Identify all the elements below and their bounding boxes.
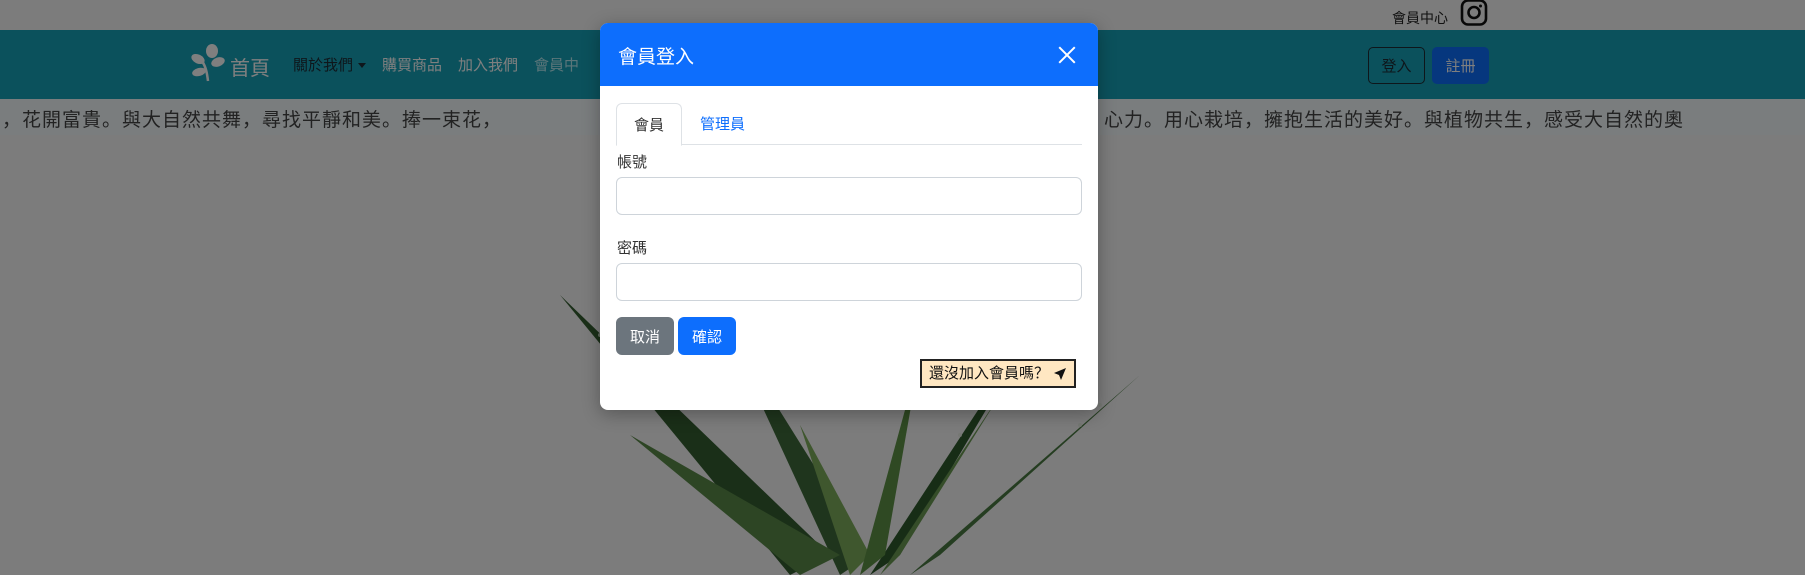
- account-label: 帳號: [617, 153, 648, 171]
- login-modal: 會員登入 會員 管理員 帳號 密碼 取消 確認 還沒加入會員嗎？: [600, 23, 1098, 410]
- password-label: 密碼: [617, 239, 648, 257]
- modal-header: 會員登入: [600, 23, 1098, 86]
- send-arrow-icon: [1054, 367, 1067, 380]
- tab-member[interactable]: 會員: [616, 103, 683, 146]
- confirm-button[interactable]: 確認: [678, 317, 736, 355]
- account-input[interactable]: [616, 177, 1082, 215]
- password-input[interactable]: [616, 263, 1082, 301]
- close-icon[interactable]: [1055, 43, 1079, 67]
- cancel-button[interactable]: 取消: [616, 317, 674, 355]
- modal-title: 會員登入: [618, 46, 695, 68]
- modal-body: 會員 管理員 帳號 密碼 取消 確認 還沒加入會員嗎？: [600, 86, 1098, 410]
- login-tabs: 會員 管理員: [616, 103, 1082, 146]
- join-member-label: 還沒加入會員嗎？: [929, 364, 1050, 382]
- tab-admin[interactable]: 管理員: [683, 103, 762, 145]
- join-member-link[interactable]: 還沒加入會員嗎？: [920, 359, 1077, 388]
